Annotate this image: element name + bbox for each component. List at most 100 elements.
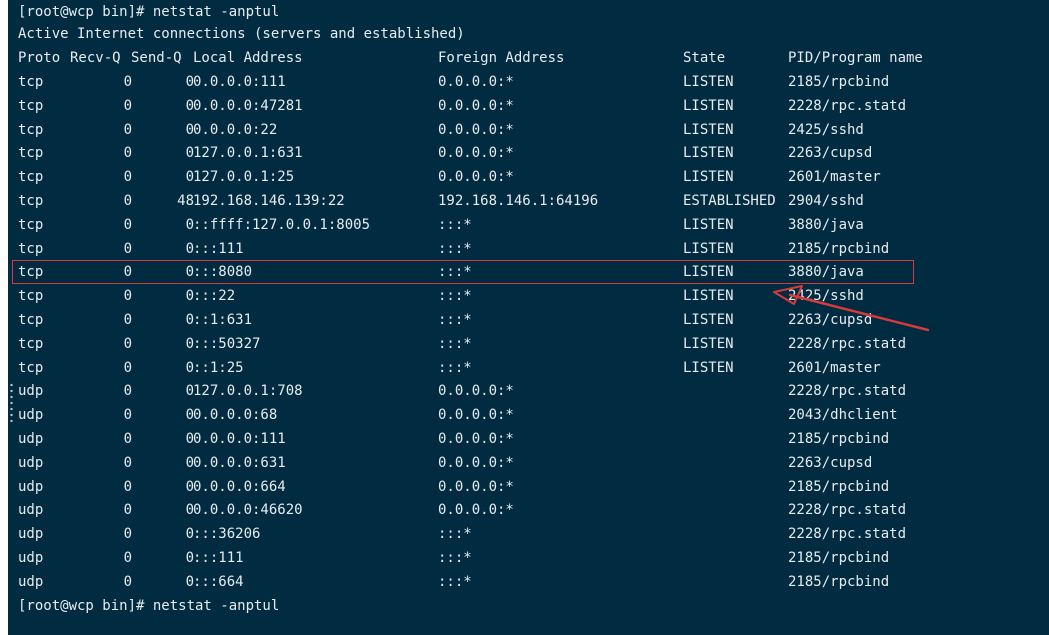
cell-send-q: 0	[185, 407, 194, 424]
header-local-address: Local Address	[193, 50, 303, 66]
table-row: udp 0 0 0.0.0.0:664 0.0.0.0:* 2185/rpcbind	[18, 475, 1018, 499]
cell-local-address: 127.0.0.1:25	[193, 169, 295, 186]
cell-send-q: 0	[185, 502, 194, 519]
cell-foreign-address: :::*	[438, 526, 472, 543]
table-row: tcp 0 0::1:25:::* LISTEN 2601/master	[18, 356, 1018, 380]
cell-proto: tcp	[18, 97, 44, 114]
cell-send-q: 0	[185, 145, 194, 162]
cell-foreign-address: :::*	[438, 312, 472, 328]
cell-state: LISTEN	[683, 121, 734, 138]
cell-proto: tcp	[18, 288, 44, 305]
cell-pid-program: 2185/rpcbind	[788, 240, 890, 257]
cell-send-q: 0	[185, 335, 194, 352]
cell-state: LISTEN	[683, 288, 734, 305]
cell-foreign-address: :::*	[438, 573, 472, 590]
output-intro: Active Internet connections (servers and…	[18, 26, 465, 42]
cell-local-address: 127.0.0.1:631	[193, 145, 303, 162]
cell-state: LISTEN	[683, 97, 734, 114]
cell-local-address: :::50327	[193, 335, 261, 352]
cell-recv-q: 0	[123, 526, 132, 543]
cell-local-address: 0.0.0.0:631	[193, 454, 286, 471]
cell-local-address: :::36206	[193, 526, 261, 543]
cell-proto: tcp	[18, 216, 44, 233]
cell-pid-program: 2043/dhclient	[788, 407, 898, 424]
cell-foreign-address: :::*	[438, 240, 472, 257]
cell-send-q: 0	[185, 216, 194, 233]
cell-foreign-address: 0.0.0.0:*	[438, 169, 514, 186]
cell-recv-q: 0	[123, 312, 132, 328]
cell-pid-program: 2185/rpcbind	[788, 74, 890, 90]
cell-proto: udp	[18, 550, 44, 566]
cell-pid-program: 2425/sshd	[788, 121, 864, 138]
cell-local-address: 0.0.0.0:664	[193, 478, 286, 495]
cell-state: LISTEN	[683, 74, 734, 90]
cell-proto: tcp	[18, 121, 44, 138]
cell-local-address: 0.0.0.0:22	[193, 121, 278, 138]
cell-foreign-address: 0.0.0.0:*	[438, 74, 514, 90]
cell-recv-q: 0	[123, 193, 132, 209]
cell-foreign-address: :::*	[438, 288, 472, 305]
cell-proto: tcp	[18, 74, 44, 90]
cell-recv-q: 0	[123, 573, 132, 590]
cell-local-address: :::111	[193, 550, 244, 566]
cell-proto: udp	[18, 573, 44, 590]
table-row: udp 0 0:::36206:::* 2228/rpc.statd	[18, 522, 1018, 546]
cell-recv-q: 0	[123, 169, 132, 186]
cell-send-q: 0	[185, 97, 194, 114]
cell-pid-program: 2228/rpc.statd	[788, 383, 907, 400]
cell-foreign-address: 0.0.0.0:*	[438, 454, 514, 471]
cell-proto: tcp	[18, 193, 44, 209]
cell-send-q: 0	[185, 383, 194, 400]
cell-pid-program: 3880/java	[788, 216, 864, 233]
header-pid-program: PID/Program name	[788, 50, 923, 66]
cell-recv-q: 0	[123, 145, 132, 162]
table-row: tcp 0 0 0.0.0.0:47281 0.0.0.0:* LISTEN 2228/rp…	[18, 94, 1018, 118]
cell-foreign-address: 0.0.0.0:*	[438, 502, 514, 519]
cell-recv-q: 0	[123, 74, 132, 90]
cell-pid-program: 2263/cupsd	[788, 145, 873, 162]
cell-recv-q: 0	[123, 478, 132, 495]
cell-proto: udp	[18, 407, 44, 424]
resize-grip-icon[interactable]	[10, 382, 13, 422]
header-proto: Proto	[18, 50, 61, 66]
cell-state: LISTEN	[683, 145, 734, 162]
cell-send-q: 0	[185, 478, 194, 495]
table-header: Proto Recv-Q Send-Q Local Address Foreig…	[18, 46, 1018, 70]
header-foreign-address: Foreign Address	[438, 50, 565, 66]
cell-proto: tcp	[18, 169, 44, 186]
cell-foreign-address: 192.168.146.1:64196	[438, 193, 599, 209]
cell-pid-program: 2228/rpc.statd	[788, 526, 907, 543]
cell-state: LISTEN	[683, 240, 734, 257]
cell-send-q: 0	[185, 573, 194, 590]
cell-send-q: 0	[185, 312, 194, 328]
cell-foreign-address: :::*	[438, 359, 472, 376]
cell-proto: udp	[18, 478, 44, 495]
cell-send-q: 48	[177, 193, 194, 209]
cell-recv-q: 0	[123, 454, 132, 471]
cell-state: LISTEN	[683, 216, 734, 233]
cell-recv-q: 0	[123, 502, 132, 519]
cell-recv-q: 0	[123, 335, 132, 352]
cell-foreign-address: :::*	[438, 335, 472, 352]
cell-recv-q: 0	[123, 216, 132, 233]
cell-pid-program: 2601/master	[788, 169, 881, 186]
table-row: udp 0 0:::664:::* 2185/rpcbind	[18, 570, 1018, 594]
cell-pid-program: 2185/rpcbind	[788, 478, 890, 495]
cell-proto: udp	[18, 502, 44, 519]
cell-send-q: 0	[185, 359, 194, 376]
cell-local-address: 0.0.0.0:111	[193, 431, 286, 447]
table-row: udp 0 0 127.0.0.1:708 0.0.0.0:* 2228/rpc.stat…	[18, 379, 1018, 403]
shell-prompt-top: [root@wcp bin]# netstat -anptul	[18, 4, 280, 20]
cell-local-address: :::22	[193, 288, 236, 305]
cell-foreign-address: 0.0.0.0:*	[438, 407, 514, 424]
cell-local-address: ::1:25	[193, 359, 244, 376]
cell-proto: tcp	[18, 335, 44, 352]
table-row: tcp 0 48 192.168.146.139:22 192.168.146.1:64…	[18, 189, 1018, 213]
cell-send-q: 0	[185, 454, 194, 471]
table-row: udp 0 0 0.0.0.0:111 0.0.0.0:* 2185/rpcbind	[18, 427, 1018, 451]
cell-state: LISTEN	[683, 312, 734, 328]
cell-send-q: 0	[185, 169, 194, 186]
table-row: tcp 0 0:::111:::* LISTEN 2185/rpcbind	[18, 237, 1018, 261]
cell-foreign-address: 0.0.0.0:*	[438, 145, 514, 162]
table-row: tcp 0 0 0.0.0.0:111 0.0.0.0:* LISTEN 2185/rpcb…	[18, 70, 1018, 94]
